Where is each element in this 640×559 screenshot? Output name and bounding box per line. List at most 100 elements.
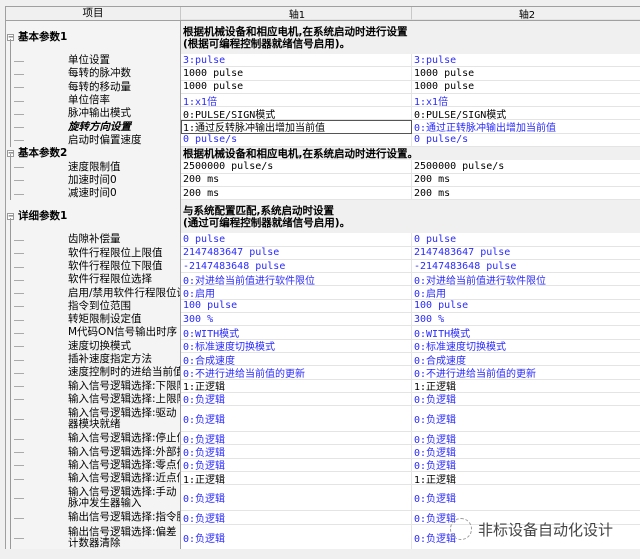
axis1-value[interactable]: 300 %: [181, 313, 412, 327]
param-row[interactable]: 启动时偏置速度 0 pulse/s 0 pulse/s: [6, 133, 640, 148]
axis1-value[interactable]: 0:合成速度: [181, 352, 412, 367]
param-row[interactable]: 单位倍率 1:x1倍 1:x1倍: [6, 93, 640, 108]
axis1-value[interactable]: 2147483647 pulse: [181, 246, 412, 260]
axis1-value[interactable]: 1000 pulse: [181, 80, 412, 94]
param-row[interactable]: 软件行程限位下限值 -2147483648 pulse -2147483648 pu…: [6, 259, 640, 274]
axis2-value[interactable]: 0:负逻辑: [412, 459, 640, 473]
param-row[interactable]: 输入信号逻辑选择:下限限位1:正逻辑1:正逻辑: [6, 379, 640, 393]
group-row[interactable]: − 详细参数1 与系统配置匹配,系统启动时设置 (通过可编程控制器就绪信号启用)。: [6, 200, 640, 234]
axis1-value[interactable]: 0:负逻辑: [181, 485, 412, 512]
axis1-value[interactable]: 3:pulse: [181, 54, 412, 68]
param-row[interactable]: M代码ON信号输出时序 0:WITH模式 0:WITH模式: [6, 326, 640, 340]
param-row[interactable]: 每转的移动量 1000 pulse 1000 pulse: [6, 80, 640, 94]
param-row[interactable]: 输入信号逻辑选择:手动脉冲发生器输入 0:负逻辑 0:负逻辑: [6, 485, 640, 512]
param-row[interactable]: 减速时间0 200 ms 200 ms: [6, 186, 640, 201]
axis1-value[interactable]: 0:负逻辑: [181, 392, 412, 407]
axis2-value[interactable]: 0:WITH模式: [412, 326, 640, 340]
axis2-value[interactable]: 300 %: [412, 313, 640, 327]
axis1-value[interactable]: 0:负逻辑: [181, 445, 412, 459]
axis1-value[interactable]: 0:负逻辑: [181, 432, 412, 446]
axis1-value[interactable]: 1000 pulse: [181, 67, 412, 81]
axis2-value[interactable]: 0:负逻辑: [412, 445, 640, 459]
axis2-value[interactable]: 1000 pulse: [412, 81, 640, 94]
axis2-value[interactable]: 1000 pulse: [412, 67, 640, 81]
param-row[interactable]: 输入信号逻辑选择:上限限位0:负逻辑0:负逻辑: [6, 392, 640, 407]
param-row[interactable]: 转矩限制设定值 300 % 300 %: [6, 313, 640, 327]
param-row[interactable]: 齿隙补偿量 0 pulse 0 pulse: [6, 233, 640, 247]
axis2-value[interactable]: 0:对进给当前值进行软件限位: [412, 273, 640, 287]
axis1-value[interactable]: 0:启用: [181, 286, 412, 300]
axis1-value[interactable]: -2147483648 pulse: [181, 259, 412, 274]
axis2-value[interactable]: 100 pulse: [412, 300, 640, 314]
axis2-value[interactable]: 0:负逻辑: [412, 406, 640, 433]
param-row[interactable]: 速度切换模式 0:标准速度切换模式 0:标准速度切换模式: [6, 339, 640, 353]
axis2-value[interactable]: 0:启用: [412, 286, 640, 300]
axis2-value[interactable]: 0 pulse/s: [412, 134, 640, 148]
param-row[interactable]: 启用/禁用软件行程限位设置0:启用0:启用: [6, 286, 640, 300]
axis1-value[interactable]: 0:对进给当前值进行软件限位: [181, 273, 412, 287]
axis1-value[interactable]: 0:标准速度切换模式: [181, 339, 412, 353]
axis2-value[interactable]: 0:通过正转脉冲输出增加当前值: [412, 120, 640, 134]
axis2-value[interactable]: 0:不进行进给当前值的更新: [412, 366, 640, 380]
axis2-value[interactable]: 200 ms: [412, 187, 640, 201]
axis1-value[interactable]: 0 pulse/s: [181, 133, 412, 148]
axis1-value[interactable]: 1:正逻辑: [181, 472, 412, 486]
param-row[interactable]: 每转的脉冲数 1000 pulse 1000 pulse: [6, 67, 640, 81]
group-row[interactable]: − 基本参数2 根据机械设备和相应电机,在系统启动时进行设置。: [6, 147, 640, 161]
column-header-axis1[interactable]: 轴1: [181, 7, 412, 20]
axis2-value[interactable]: 0:负逻辑: [412, 485, 640, 512]
group-row[interactable]: − 基本参数1 根据机械设备和相应电机,在系统启动时进行设置 (根据可编程控制器就绪…: [6, 21, 640, 54]
axis2-value[interactable]: 0:PULSE/SIGN模式: [412, 107, 640, 121]
column-header-axis2[interactable]: 轴2: [412, 7, 640, 20]
axis1-value[interactable]: 0:WITH模式: [181, 326, 412, 340]
axis2-value[interactable]: 2147483647 pulse: [412, 247, 640, 260]
param-row[interactable]: 插补速度指定方法 0:合成速度 0:合成速度: [6, 352, 640, 367]
axis1-value[interactable]: 0:负逻辑: [181, 524, 412, 549]
param-row[interactable]: 软件行程限位选择 0:对进给当前值进行软件限位 0:对进给当前值进行软件限位: [6, 273, 640, 287]
axis2-value[interactable]: 0 pulse: [412, 233, 640, 247]
param-row[interactable]: 旋转方向设置 1:通过反转脉冲输出增加当前值 0:通过正转脉冲输出增加当前值: [6, 120, 640, 134]
axis1-value[interactable]: 200 ms: [181, 186, 412, 201]
axis1-value[interactable]: 100 pulse: [181, 299, 412, 314]
param-row[interactable]: 输入信号逻辑选择:近点信号1:正逻辑1:正逻辑: [6, 472, 640, 486]
axis1-value[interactable]: 0:负逻辑: [181, 458, 412, 473]
param-label: 每转的移动量: [6, 80, 181, 94]
param-row[interactable]: 输入信号逻辑选择:驱动器模块就绪 0:负逻辑 0:负逻辑: [6, 406, 640, 433]
axis1-value[interactable]: 0:负逻辑: [181, 406, 412, 433]
param-row[interactable]: 输入信号逻辑选择:零点信号0:负逻辑0:负逻辑: [6, 458, 640, 473]
axis1-value[interactable]: 0 pulse: [181, 233, 412, 247]
axis1-value[interactable]: 0:PULSE/SIGN模式: [181, 107, 412, 121]
axis1-value[interactable]: 1:正逻辑: [181, 379, 412, 393]
column-header-item[interactable]: 项目: [6, 7, 181, 20]
param-row[interactable]: 速度控制时的进给当前值 0:不进行进给当前值的更新 0:不进行进给当前值的更新: [6, 366, 640, 380]
axis1-value[interactable]: 200 ms: [181, 173, 412, 187]
axis2-value[interactable]: 0:负逻辑: [412, 432, 640, 446]
axis1-value[interactable]: 0:负逻辑: [181, 511, 412, 525]
param-row[interactable]: 输入信号逻辑选择:外部指令0:负逻辑0:负逻辑: [6, 445, 640, 459]
param-row[interactable]: 脉冲输出模式 0:PULSE/SIGN模式 0:PULSE/SIGN模式: [6, 107, 640, 121]
axis1-value[interactable]: 1:通过反转脉冲输出增加当前值: [181, 120, 412, 134]
axis1-value[interactable]: 2500000 pulse/s: [181, 160, 412, 174]
group-label[interactable]: − 基本参数2: [6, 147, 181, 161]
param-row[interactable]: 指令到位范围 100 pulse 100 pulse: [6, 299, 640, 314]
axis2-value[interactable]: 3:pulse: [412, 54, 640, 68]
axis2-value[interactable]: 1:正逻辑: [412, 472, 640, 486]
axis2-value[interactable]: 200 ms: [412, 174, 640, 187]
param-row[interactable]: 速度限制值 2500000 pulse/s 2500000 pulse/s: [6, 160, 640, 174]
axis1-value[interactable]: 0:不进行进给当前值的更新: [181, 366, 412, 380]
axis1-value[interactable]: 1:x1倍: [181, 93, 412, 108]
axis2-value[interactable]: 0:标准速度切换模式: [412, 340, 640, 353]
param-row[interactable]: 软件行程限位上限值 2147483647 pulse 2147483647 puls…: [6, 246, 640, 260]
axis2-value[interactable]: 2500000 pulse/s: [412, 160, 640, 174]
group-label[interactable]: − 详细参数1: [6, 200, 181, 234]
axis2-value[interactable]: 0:负逻辑: [412, 393, 640, 407]
param-row[interactable]: 加速时间0 200 ms 200 ms: [6, 173, 640, 187]
axis2-value[interactable]: 0:合成速度: [412, 353, 640, 367]
axis2-value[interactable]: 1:正逻辑: [412, 380, 640, 393]
param-row[interactable]: 单位设置 3:pulse 3:pulse: [6, 54, 640, 68]
group-label[interactable]: − 基本参数1: [6, 21, 181, 54]
axis2-value[interactable]: -2147483648 pulse: [412, 260, 640, 274]
axis2-value[interactable]: 1:x1倍: [412, 94, 640, 108]
param-row[interactable]: 输入信号逻辑选择:停止信号0:负逻辑0:负逻辑: [6, 432, 640, 446]
param-label: 输入信号逻辑选择:手动脉冲发生器输入: [6, 485, 181, 512]
